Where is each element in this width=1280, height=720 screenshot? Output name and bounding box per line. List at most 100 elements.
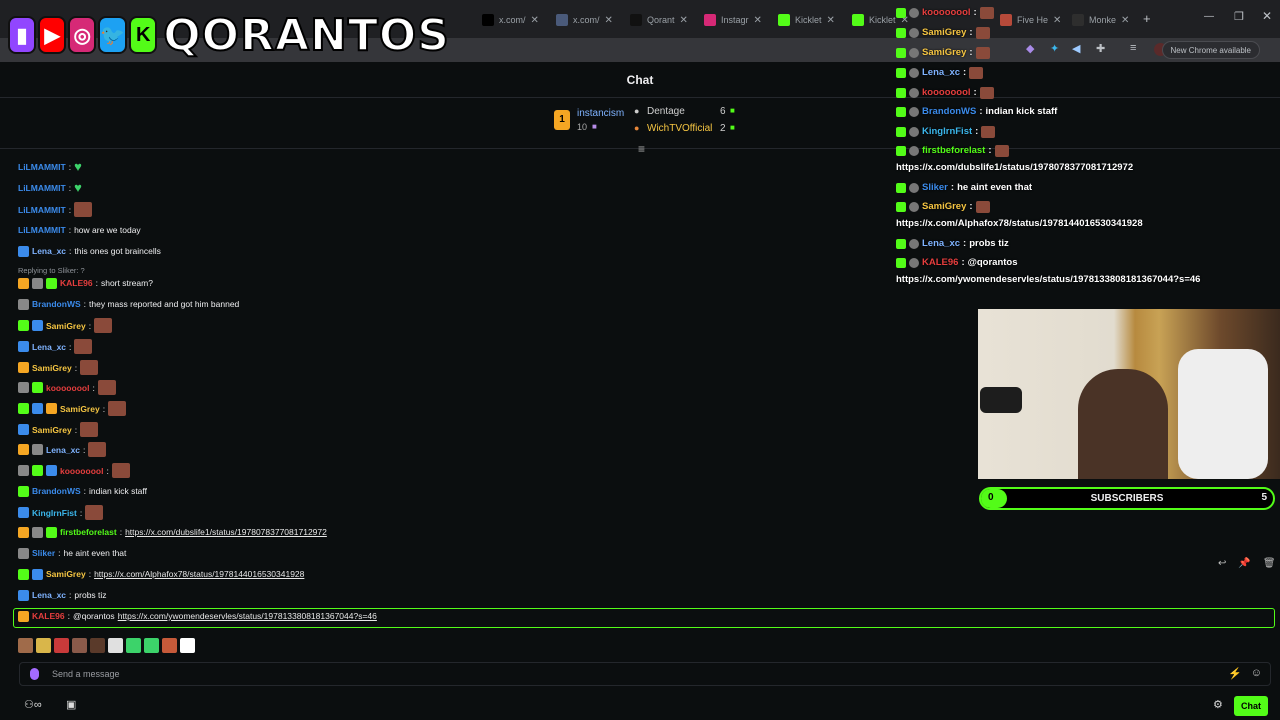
chat-message[interactable]: LiLMAMMIT: ♥ <box>18 181 82 195</box>
chat-link[interactable]: https://x.com/dubslife1/status/197807837… <box>125 525 327 539</box>
emote-button[interactable] <box>162 637 177 653</box>
overlay-username: KALE96 <box>922 257 959 268</box>
chat-username[interactable]: Sliker <box>32 546 55 560</box>
watch-party-icon[interactable]: ⚇∞ <box>24 698 42 711</box>
emote-button[interactable] <box>54 637 69 653</box>
chat-username[interactable]: BrandonWS <box>32 484 81 498</box>
chat-input[interactable] <box>52 669 1202 679</box>
tab-favicon-icon <box>630 14 642 26</box>
colon: : <box>102 403 106 414</box>
emote-button[interactable] <box>36 637 51 653</box>
delete-icon[interactable]: 🗑 <box>1263 558 1276 574</box>
store-icon[interactable]: ▣ <box>66 698 76 711</box>
chat-username[interactable]: SamiGrey <box>60 402 100 416</box>
chat-message[interactable]: koooooool: <box>18 463 130 478</box>
chat-username[interactable]: BrandonWS <box>32 297 81 311</box>
user-badge-icon <box>18 320 29 331</box>
chat-username[interactable]: Lena_xc <box>46 443 80 457</box>
chat-message[interactable]: LiLMAMMIT: how are we today <box>18 223 141 237</box>
send-chat-button[interactable]: Chat <box>1234 696 1268 716</box>
emote-button[interactable] <box>18 637 33 653</box>
close-tab-icon[interactable]: ✕ <box>680 15 688 26</box>
emote-button[interactable] <box>126 637 141 653</box>
pin-icon[interactable]: 📌 <box>1238 558 1250 574</box>
emote-button[interactable] <box>90 637 105 653</box>
browser-tab[interactable]: Kicklet ✕ <box>778 8 835 32</box>
colon: : <box>69 341 72 352</box>
chat-username[interactable]: SamiGrey <box>32 361 72 375</box>
commands-icon[interactable]: ⚡ <box>1228 667 1242 680</box>
user-badge-icon <box>46 465 57 476</box>
reply-note: Replying to Sliker: ? <box>18 266 85 275</box>
settings-icon[interactable]: ⚙ <box>1213 698 1223 711</box>
chat-message[interactable]: LiLMAMMIT: ♥ <box>18 160 82 174</box>
chat-message[interactable]: SamiGrey: <box>18 360 99 375</box>
chat-message[interactable]: SamiGrey: https://x.com/Alphafox78/status… <box>18 567 304 581</box>
emote-button[interactable] <box>108 637 123 653</box>
chat-username[interactable]: Lena_xc <box>32 340 66 354</box>
browser-tab[interactable]: Qorant ✕ <box>630 8 688 32</box>
browser-tab[interactable]: x.com/ ✕ <box>482 8 539 32</box>
chat-message[interactable]: KALE96: short stream? <box>18 276 153 290</box>
chat-username[interactable]: Lena_xc <box>32 588 66 602</box>
chat-message[interactable]: Sliker: he aint even that <box>18 546 126 560</box>
overlay-username: SamiGrey <box>922 201 967 212</box>
chat-message[interactable]: SamiGrey: <box>18 422 99 437</box>
chat-message[interactable]: koooooool: <box>18 380 116 395</box>
chat-link[interactable]: https://x.com/Alphafox78/status/19781440… <box>94 567 304 581</box>
browser-tab[interactable]: Instagr ✕ <box>704 8 762 32</box>
leader-name[interactable]: Dentage <box>647 106 685 117</box>
chat-message[interactable]: BrandonWS: they mass reported and got him… <box>18 297 239 311</box>
chat-message[interactable]: SamiGrey: <box>18 401 127 416</box>
user-badge-icon <box>909 68 919 78</box>
chat-username[interactable]: Lena_xc <box>32 244 66 258</box>
chat-message[interactable]: Lena_xc: this ones got braincells <box>18 244 161 258</box>
chat-username[interactable]: koooooool <box>60 464 103 478</box>
chat-message[interactable]: KingIrnFist: <box>18 505 104 520</box>
chat-username[interactable]: SamiGrey <box>32 423 72 437</box>
chat-username[interactable]: koooooool <box>46 381 89 395</box>
chat-message[interactable]: BrandonWS: indian kick staff <box>18 484 147 498</box>
browser-tab[interactable]: x.com/ ✕ <box>556 8 613 32</box>
user-badge-icon <box>909 202 919 212</box>
chat-username[interactable]: KingIrnFist <box>32 506 77 520</box>
chat-username[interactable]: KALE96 <box>60 276 93 290</box>
emote-button[interactable] <box>72 637 87 653</box>
chat-username[interactable]: SamiGrey <box>46 567 86 581</box>
close-tab-icon[interactable]: ✕ <box>531 15 539 26</box>
user-badge-icon <box>909 28 919 38</box>
chat-username[interactable]: LiLMAMMIT <box>18 160 66 174</box>
chat-message[interactable]: Lena_xc: <box>18 442 107 457</box>
chat-username[interactable]: firstbeforelast <box>60 525 117 539</box>
scroll-down-icon[interactable]: ≡ <box>638 142 645 156</box>
chat-message[interactable]: LiLMAMMIT: <box>18 202 93 217</box>
colon: : <box>969 201 973 212</box>
chat-message[interactable]: firstbeforelast: https://x.com/dubslife1/… <box>18 525 327 539</box>
chat-message[interactable]: Lena_xc: probs tiz <box>18 588 107 602</box>
chat-username[interactable]: LiLMAMMIT <box>18 181 66 195</box>
chat-emote <box>979 87 994 99</box>
close-tab-icon[interactable]: ✕ <box>827 15 835 26</box>
emote-picker-icon[interactable]: ☺ <box>1251 667 1262 679</box>
user-badge-icon <box>32 526 43 538</box>
colon: : <box>950 182 955 193</box>
close-tab-icon[interactable]: ✕ <box>754 15 762 26</box>
leader-name[interactable]: WichTVOfficial <box>647 123 712 134</box>
overlay-text: @qorantos <box>967 257 1018 268</box>
chat-username[interactable]: SamiGrey <box>46 319 86 333</box>
webcam-microphone <box>980 387 1022 413</box>
chat-username[interactable]: LiLMAMMIT <box>18 203 66 217</box>
microphone-icon[interactable] <box>30 668 39 680</box>
subscriber-goal-fill <box>981 489 1008 508</box>
emote-button[interactable] <box>144 637 159 653</box>
colon: : <box>963 238 967 249</box>
user-badge-icon <box>32 568 43 580</box>
chat-username[interactable]: LiLMAMMIT <box>18 223 66 237</box>
emote-button[interactable] <box>180 637 195 653</box>
overlay-chat-message: koooooool: <box>896 86 994 100</box>
close-tab-icon[interactable]: ✕ <box>605 15 613 26</box>
reply-icon[interactable]: ↩ <box>1218 558 1226 574</box>
leader-name[interactable]: instancism <box>577 108 624 119</box>
chat-message[interactable]: SamiGrey: <box>18 318 113 333</box>
chat-message[interactable]: Lena_xc: <box>18 339 93 354</box>
